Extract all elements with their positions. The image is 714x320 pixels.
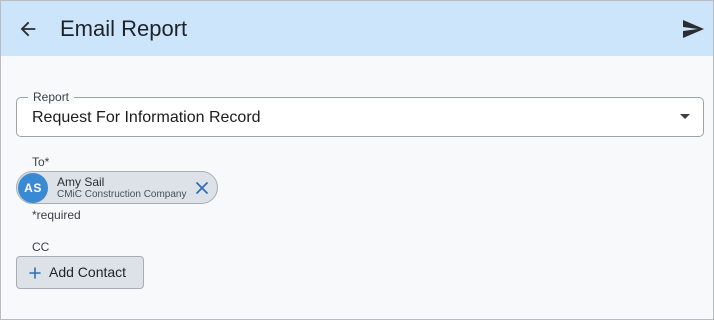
send-icon (683, 20, 704, 38)
recipient-chip[interactable]: AS Amy Sail CMiC Construction Company (16, 171, 218, 204)
recipient-name: Amy Sail (57, 175, 105, 189)
cc-field-label: CC (32, 240, 50, 254)
arrow-left-icon (20, 21, 36, 37)
recipient-company: CMiC Construction Company (57, 189, 187, 200)
add-contact-button[interactable]: Add Contact (16, 256, 144, 289)
caret-down-icon[interactable] (680, 114, 690, 119)
app-bar: Email Report (1, 1, 713, 56)
email-report-screen: Email Report Report Request For Informat… (0, 0, 714, 320)
close-icon (196, 182, 208, 194)
add-contact-label: Add Contact (49, 264, 127, 280)
required-helper-text: *required (32, 208, 81, 222)
plus-icon (27, 265, 43, 281)
report-select[interactable]: Report Request For Information Record (16, 90, 704, 137)
send-button[interactable] (677, 13, 709, 45)
to-field-label: To* (32, 155, 50, 169)
report-field-label: Report (28, 90, 75, 104)
report-selected-value: Request For Information Record (32, 109, 261, 126)
avatar: AS (18, 173, 48, 203)
remove-recipient-button[interactable] (194, 180, 210, 196)
page-title: Email Report (60, 16, 188, 41)
back-button[interactable] (11, 12, 45, 46)
